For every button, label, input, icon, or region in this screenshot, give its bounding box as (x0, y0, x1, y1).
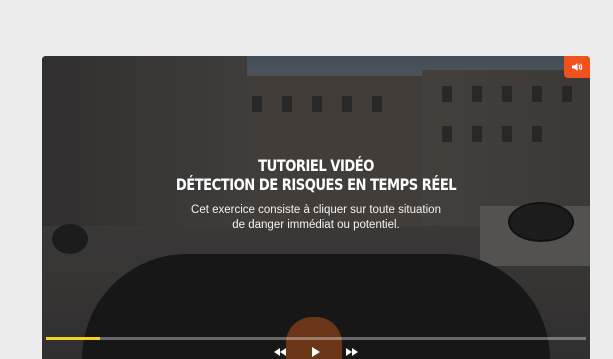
fast-forward-button[interactable] (343, 346, 361, 358)
video-description-line-1: Cet exercice consiste à cliquer sur tout… (191, 204, 441, 216)
speaker-icon (572, 63, 583, 71)
progress-bar[interactable] (46, 337, 586, 340)
video-player[interactable]: TUTORIEL VIDÉO DÉTECTION DE RISQUES EN T… (42, 56, 590, 359)
playback-controls (42, 345, 590, 359)
play-button[interactable] (307, 346, 325, 358)
video-title-line-1: TUTORIEL VIDÉO (258, 156, 374, 175)
rewind-button[interactable] (271, 346, 289, 358)
sound-toggle-button[interactable] (564, 56, 590, 78)
video-intro-text: TUTORIEL VIDÉO DÉTECTION DE RISQUES EN T… (42, 156, 590, 233)
video-title-line-2: DÉTECTION DE RISQUES EN TEMPS RÉEL (175, 175, 457, 194)
page: TUTORIEL VIDÉO DÉTECTION DE RISQUES EN T… (0, 0, 613, 359)
video-description: Cet exercice consiste à cliquer sur tout… (42, 203, 590, 233)
play-icon (312, 347, 320, 357)
video-description-line-2: de danger immédiat ou potentiel. (232, 219, 400, 231)
fast-forward-icon (346, 348, 358, 356)
rewind-icon (274, 348, 286, 356)
progress-bar-fill (46, 337, 100, 340)
